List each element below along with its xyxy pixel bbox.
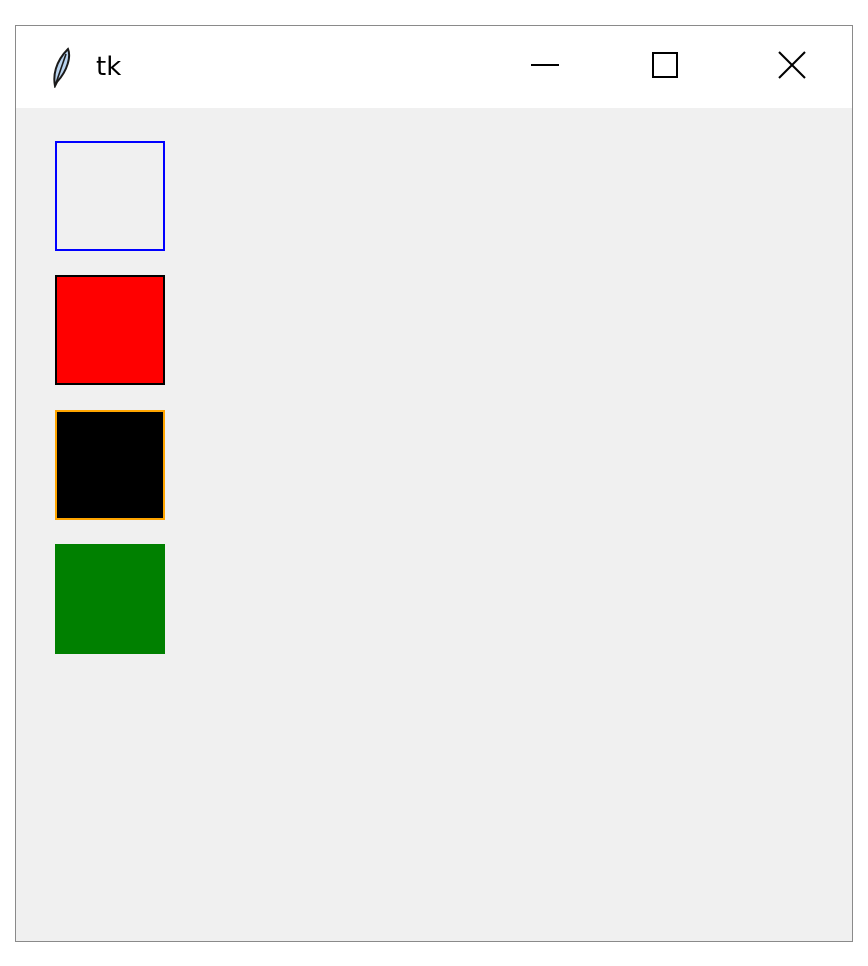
black-square bbox=[55, 410, 165, 520]
close-button[interactable] bbox=[732, 26, 852, 108]
minimize-icon bbox=[530, 50, 560, 84]
red-square bbox=[55, 275, 165, 385]
minimize-button[interactable] bbox=[485, 26, 605, 108]
title-bar[interactable]: tk bbox=[16, 26, 852, 108]
maximize-icon bbox=[650, 50, 680, 84]
feather-icon bbox=[46, 46, 76, 90]
close-icon bbox=[776, 49, 808, 85]
blue-outline-square bbox=[55, 141, 165, 251]
green-square bbox=[55, 544, 165, 654]
window-title: tk bbox=[96, 52, 122, 82]
maximize-button[interactable] bbox=[605, 26, 725, 108]
tk-window: tk bbox=[15, 25, 853, 942]
canvas[interactable] bbox=[16, 108, 852, 941]
